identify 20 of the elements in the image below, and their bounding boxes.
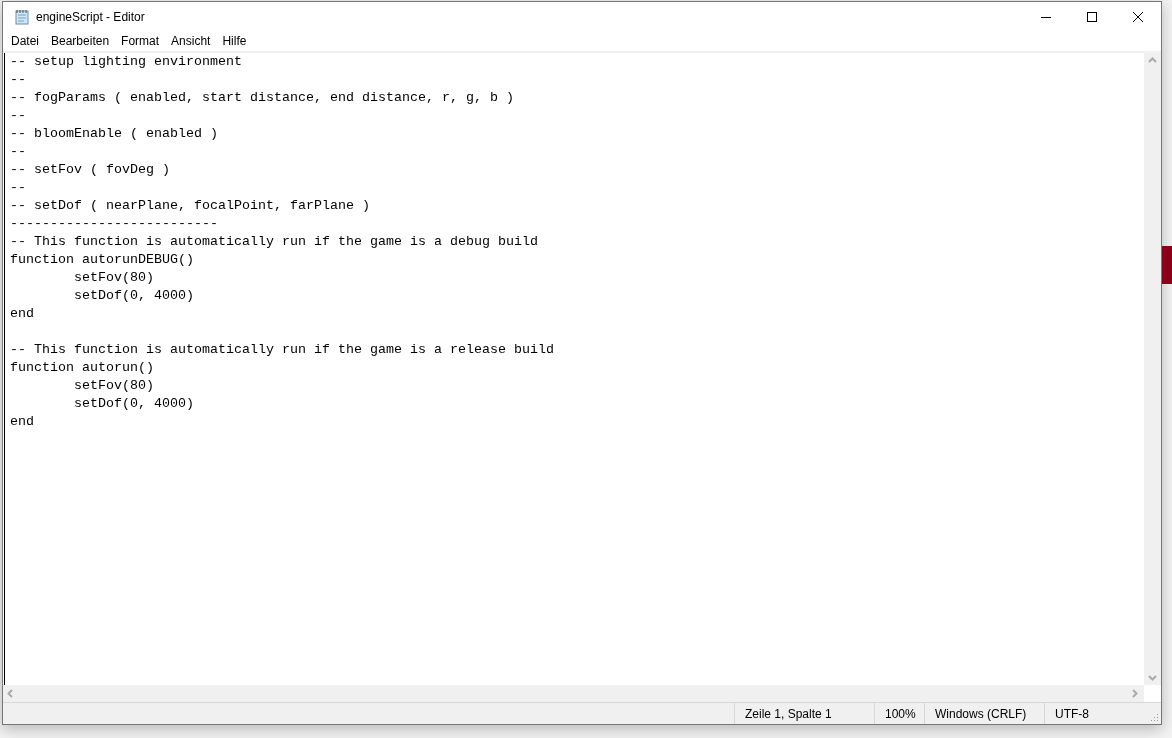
menu-item[interactable]: Hilfe (216, 31, 253, 51)
status-text: Zeile 1, Spalte 1 (745, 706, 832, 721)
window-title: engineScript - Editor (36, 9, 146, 24)
status-text: 100% (885, 706, 916, 721)
menu-item[interactable]: Format (115, 31, 166, 51)
resize-grip-icon (1149, 712, 1159, 722)
horizontal-scrollbar[interactable] (3, 685, 1144, 702)
notepad-icon (14, 8, 30, 25)
scroll-left-icon (7, 689, 13, 698)
scroll-up-icon (1148, 57, 1157, 63)
maximize-icon (1087, 11, 1097, 22)
status-text: UTF-8 (1055, 706, 1089, 721)
status-text: Windows (CRLF) (935, 706, 1027, 721)
close-icon (1133, 11, 1143, 22)
scroll-down-icon (1148, 675, 1157, 681)
scroll-right-icon (1132, 689, 1138, 698)
menu-item[interactable]: Bearbeiten (45, 31, 116, 51)
vertical-scrollbar[interactable] (1144, 53, 1161, 685)
menu-item[interactable]: Datei (5, 31, 45, 51)
menu-item[interactable]: Ansicht (165, 31, 217, 51)
